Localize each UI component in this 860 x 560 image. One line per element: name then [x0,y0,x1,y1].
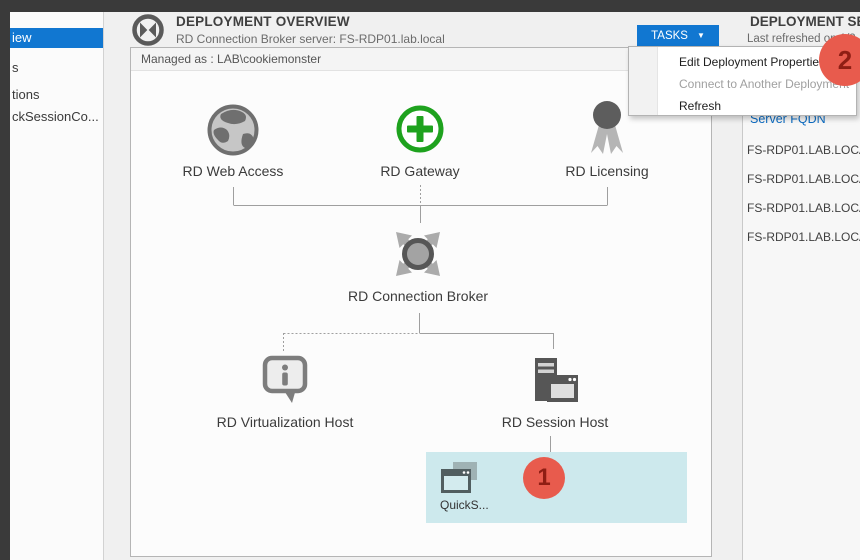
deployment-servers-title: DEPLOYMENT SER [750,14,860,29]
connection-broker-icon[interactable] [392,228,444,285]
server-row[interactable]: FS-RDP01.LAB.LOCAL [747,143,860,157]
menu-item-refresh[interactable]: Refresh [658,95,856,117]
sidebar-item-quicksessioncollection[interactable]: ckSessionCo... [10,107,104,127]
award-ribbon-icon[interactable] [579,98,635,165]
deployment-servers-panel-border [742,47,743,560]
server-row[interactable]: FS-RDP01.LAB.LOCAL [747,172,860,186]
server-row[interactable]: FS-RDP01.LAB.LOCAL [747,230,860,244]
page-subtitle: RD Connection Broker server: FS-RDP01.la… [176,32,445,46]
annotation-badge-1: 1 [523,457,565,499]
page-title: DEPLOYMENT OVERVIEW [176,14,350,29]
tasks-button-label: TASKS [651,30,688,42]
node-label-virtualization-host: RD Virtualization Host [185,414,385,430]
add-gateway-plus-icon[interactable] [395,104,445,159]
chevron-down-icon: ▼ [697,32,705,40]
sidebar-item-collections[interactable]: tions [10,85,104,105]
node-label-connection-broker: RD Connection Broker [318,288,518,304]
window-top-bar [0,0,860,12]
info-bubble-icon[interactable] [259,354,311,411]
sidebar-divider [103,12,104,560]
server-row[interactable]: FS-RDP01.LAB.LOCAL [747,201,860,215]
server-window-icon[interactable] [527,353,583,414]
collection-tile-label: QuickS... [440,498,489,512]
globe-icon[interactable] [206,103,260,162]
node-label-gateway: RD Gateway [330,163,510,179]
node-label-session-host: RD Session Host [455,414,655,430]
tasks-button[interactable]: TASKS ▼ [637,25,719,46]
sidebar-item-overview[interactable]: iew [10,28,104,48]
node-label-licensing: RD Licensing [517,163,697,179]
windows-stack-icon [438,460,482,503]
node-label-web-access: RD Web Access [143,163,323,179]
rds-deployment-icon [130,12,166,48]
managed-as-bar: Managed as : LAB\cookiemonster [131,48,711,71]
left-dark-strip [0,0,10,560]
sidebar-item-servers[interactable]: s [10,58,104,78]
rds-sidebar: iew s tions ckSessionCo... [10,12,103,560]
